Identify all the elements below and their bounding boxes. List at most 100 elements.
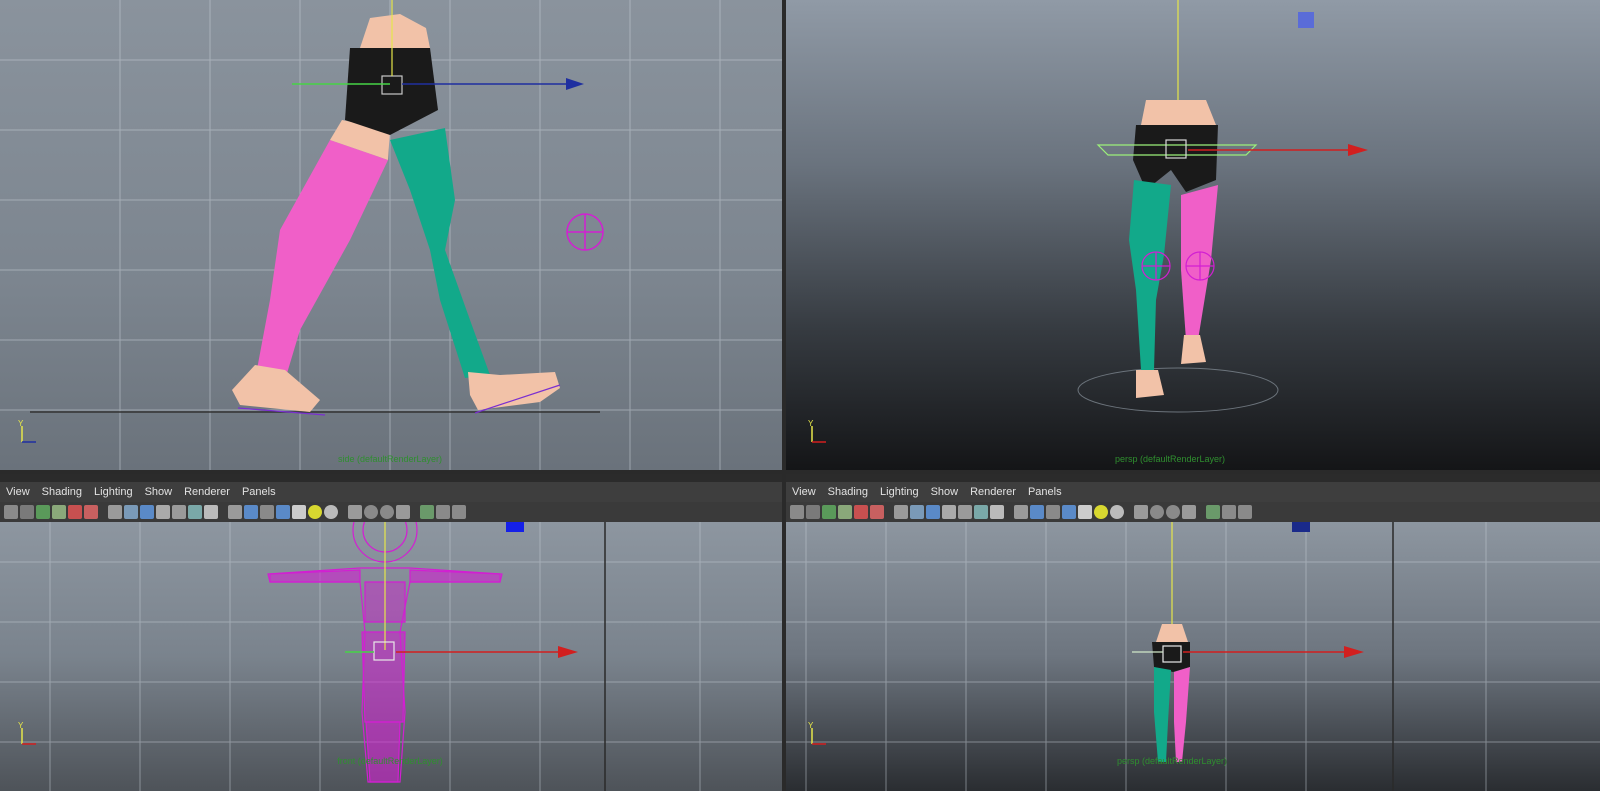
camera-label: persp (defaultRenderLayer)	[1114, 454, 1226, 464]
default-material-icon[interactable]	[260, 505, 274, 519]
grid	[786, 522, 1600, 791]
screen-space-ao-icon[interactable]	[1110, 505, 1124, 519]
bookmark-icon[interactable]	[822, 505, 836, 519]
grid-icon[interactable]	[894, 505, 908, 519]
axis-gizmo: Y	[18, 419, 36, 443]
camera-icon[interactable]	[790, 505, 804, 519]
menu-view[interactable]: View	[786, 486, 822, 498]
hips-skin	[1156, 624, 1188, 642]
camera-attributes-icon[interactable]	[20, 505, 34, 519]
screen-space-ao-icon[interactable]	[324, 505, 338, 519]
xray-components-icon[interactable]	[1238, 505, 1252, 519]
root-circle	[1077, 367, 1279, 413]
two-d-pan-icon[interactable]	[84, 505, 98, 519]
menu-shading[interactable]: Shading	[36, 486, 88, 498]
axis-gizmo: Y	[18, 721, 36, 745]
menu-lighting[interactable]: Lighting	[874, 486, 925, 498]
textured-icon[interactable]	[1062, 505, 1076, 519]
front-view-scene: Y	[0, 522, 782, 791]
resolution-gate-icon[interactable]	[926, 505, 940, 519]
film-gate-icon[interactable]	[910, 505, 924, 519]
teal-leg	[1129, 180, 1171, 370]
menu-shading[interactable]: Shading	[822, 486, 874, 498]
side-viewport[interactable]: Y side (defaultRenderLayer)	[0, 0, 782, 470]
safe-action-icon[interactable]	[974, 505, 988, 519]
menu-show[interactable]: Show	[925, 486, 965, 498]
field-chart-icon[interactable]	[958, 505, 972, 519]
x-arrow-head	[558, 646, 578, 658]
default-material-icon[interactable]	[1046, 505, 1060, 519]
safe-title-icon[interactable]	[204, 505, 218, 519]
film-gate-icon[interactable]	[124, 505, 138, 519]
svg-text:Y: Y	[808, 721, 814, 730]
xray-icon[interactable]	[420, 505, 434, 519]
grease-pencil-icon[interactable]	[854, 505, 868, 519]
smooth-shade-icon[interactable]	[1030, 505, 1044, 519]
depth-of-field-icon[interactable]	[380, 505, 394, 519]
menu-lighting[interactable]: Lighting	[88, 486, 139, 498]
camera-label: persp (defaultRenderLayer)	[1116, 756, 1228, 766]
right-panel-toolbar	[786, 502, 1600, 522]
camera-label: side (defaultRenderLayer)	[337, 454, 443, 464]
x-arrow-head	[1344, 646, 1364, 658]
xray-components-icon[interactable]	[452, 505, 466, 519]
isolate-select-icon[interactable]	[1182, 505, 1196, 519]
wireframe-icon[interactable]	[228, 505, 242, 519]
safe-action-icon[interactable]	[188, 505, 202, 519]
camera-attributes-icon[interactable]	[806, 505, 820, 519]
safe-title-icon[interactable]	[990, 505, 1004, 519]
shadows-icon[interactable]	[1094, 505, 1108, 519]
front-viewport[interactable]: Y front (defaultRenderLayer)	[0, 522, 782, 791]
use-lights-icon[interactable]	[1078, 505, 1092, 519]
left-panel-menu-bar: View Shading Lighting Show Renderer Pane…	[0, 482, 782, 502]
pink-leg	[1174, 667, 1190, 762]
teal-leg	[1154, 667, 1171, 762]
hips-skin	[1141, 100, 1216, 125]
z-arrow-head	[566, 78, 584, 90]
motion-blur-icon[interactable]	[348, 505, 362, 519]
shadows-icon[interactable]	[308, 505, 322, 519]
menu-renderer[interactable]: Renderer	[964, 486, 1022, 498]
resolution-gate-icon[interactable]	[140, 505, 154, 519]
persp-viewport-2[interactable]: Y persp (defaultRenderLayer)	[786, 522, 1600, 791]
image-plane-icon[interactable]	[838, 505, 852, 519]
x-arrow-head	[1348, 144, 1368, 156]
foot-right	[468, 372, 560, 410]
two-d-pan-icon[interactable]	[870, 505, 884, 519]
axis-gizmo: Y	[808, 419, 826, 443]
xray-joints-icon[interactable]	[436, 505, 450, 519]
panel-divider-horizontal[interactable]	[0, 470, 1600, 474]
gate-mask-icon[interactable]	[156, 505, 170, 519]
view-cube-marker	[506, 522, 524, 532]
bookmark-icon[interactable]	[36, 505, 50, 519]
use-lights-icon[interactable]	[292, 505, 306, 519]
xray-joints-icon[interactable]	[1222, 505, 1236, 519]
menu-renderer[interactable]: Renderer	[178, 486, 236, 498]
menu-show[interactable]: Show	[139, 486, 179, 498]
anti-alias-icon[interactable]	[364, 505, 378, 519]
camera-icon[interactable]	[4, 505, 18, 519]
persp-viewport[interactable]: Y persp (defaultRenderLayer)	[786, 0, 1600, 470]
depth-of-field-icon[interactable]	[1166, 505, 1180, 519]
menu-view[interactable]: View	[0, 486, 36, 498]
menu-panels[interactable]: Panels	[236, 486, 282, 498]
grid-icon[interactable]	[108, 505, 122, 519]
svg-text:Y: Y	[18, 721, 24, 730]
wireframe-icon[interactable]	[1014, 505, 1028, 519]
isolate-select-icon[interactable]	[396, 505, 410, 519]
smooth-shade-icon[interactable]	[244, 505, 258, 519]
gate-mask-icon[interactable]	[942, 505, 956, 519]
svg-text:Y: Y	[18, 419, 24, 428]
axis-gizmo: Y	[808, 721, 826, 745]
grease-pencil-icon[interactable]	[68, 505, 82, 519]
view-cube-marker	[1292, 522, 1310, 532]
anti-alias-icon[interactable]	[1150, 505, 1164, 519]
image-plane-icon[interactable]	[52, 505, 66, 519]
textured-icon[interactable]	[276, 505, 290, 519]
xray-icon[interactable]	[1206, 505, 1220, 519]
knee-control	[566, 213, 604, 251]
motion-blur-icon[interactable]	[1134, 505, 1148, 519]
menu-panels[interactable]: Panels	[1022, 486, 1068, 498]
svg-text:Y: Y	[808, 419, 814, 428]
field-chart-icon[interactable]	[172, 505, 186, 519]
